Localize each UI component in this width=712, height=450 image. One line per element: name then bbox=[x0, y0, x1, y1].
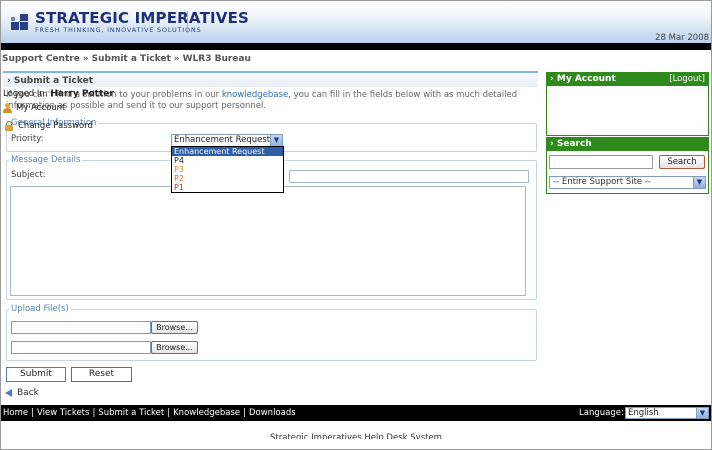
footer-separator: | bbox=[92, 408, 96, 418]
brand-logo[interactable]: STRATEGIC IMPERATIVES FRESH THINKING, IN… bbox=[11, 11, 249, 34]
panel-title: › Submit a Ticket bbox=[3, 71, 538, 87]
subject-label: Subject: bbox=[11, 170, 46, 180]
footer-link-view-tickets[interactable]: View Tickets bbox=[37, 408, 89, 418]
account-title: My Account bbox=[556, 74, 616, 84]
submit-button[interactable]: Submit bbox=[6, 367, 66, 382]
chevron-down-icon[interactable]: ▼ bbox=[696, 408, 708, 418]
search-scope-select[interactable]: -- Entire Support Site -- ▼ bbox=[549, 176, 706, 189]
message-textarea[interactable] bbox=[10, 186, 526, 296]
chevron-down-icon[interactable]: ▼ bbox=[270, 135, 282, 146]
breadcrumb-department: WLR3 Bureau bbox=[182, 54, 251, 64]
footer-link-knowledgebase[interactable]: Knowledgebase bbox=[173, 408, 240, 418]
search-input[interactable] bbox=[549, 155, 653, 169]
reset-button[interactable]: Reset bbox=[71, 367, 132, 382]
header-divider bbox=[187, 11, 188, 33]
breadcrumb: Support Centre» Submit a Ticket» WLR3 Bure… bbox=[2, 54, 251, 64]
priority-dropdown-list: Enhancement Request P4 P3 P2 P1 bbox=[171, 146, 284, 193]
browse-button-1[interactable]: Browse... bbox=[151, 321, 198, 334]
breadcrumb-separator: » bbox=[82, 54, 89, 64]
header-date: 28 Mar 2008 bbox=[655, 33, 709, 43]
lock-icon bbox=[5, 121, 13, 131]
knowledgebase-link[interactable]: knowledgebase bbox=[222, 90, 288, 100]
footer-bar: Home | View Tickets | Submit a Ticket | Knowle… bbox=[1, 405, 711, 421]
footer-link-downloads[interactable]: Downloads bbox=[249, 408, 296, 418]
chevron-down-icon[interactable]: ▼ bbox=[693, 177, 705, 188]
site-header: STRATEGIC IMPERATIVES FRESH THINKING, IN… bbox=[1, 1, 711, 43]
priority-option[interactable]: P3 bbox=[172, 165, 283, 174]
search-scope-value: -- Entire Support Site -- bbox=[553, 177, 651, 187]
file-input-1[interactable] bbox=[11, 321, 151, 334]
subject-input[interactable] bbox=[289, 170, 529, 183]
language-selected-value: English bbox=[628, 408, 659, 418]
change-password-label: Change Password bbox=[18, 121, 93, 131]
account-marker: › bbox=[550, 74, 554, 84]
account-header: › My Account [Logout] bbox=[546, 72, 709, 86]
back-label: Back bbox=[17, 388, 39, 398]
upload-files-legend: Upload File(s) bbox=[11, 304, 69, 314]
priority-option[interactable]: P1 bbox=[172, 183, 283, 192]
footer-separator: | bbox=[243, 408, 246, 418]
footer-link-submit-ticket[interactable]: Submit a Ticket bbox=[98, 408, 164, 418]
priority-option[interactable]: Enhancement Request bbox=[172, 147, 283, 156]
message-details-legend: Message Details bbox=[11, 155, 81, 165]
brand-tagline: FRESH THINKING, INNOVATIVE SOLUTIONS bbox=[35, 26, 202, 34]
language-select[interactable]: English ▼ bbox=[625, 407, 709, 419]
panel-title-text: Submit a Ticket bbox=[13, 76, 94, 86]
my-account-link[interactable]: My Account bbox=[3, 103, 65, 113]
breadcrumb-submit-ticket[interactable]: Submit a Ticket bbox=[92, 54, 171, 64]
breadcrumb-separator: » bbox=[173, 54, 180, 64]
back-link[interactable]: Back bbox=[5, 388, 39, 398]
back-arrow-icon bbox=[5, 389, 12, 397]
footer-system-name: Strategic Imperatives Help Desk System bbox=[270, 433, 442, 439]
breadcrumb-support-centre[interactable]: Support Centre bbox=[2, 54, 80, 64]
search-button[interactable]: Search bbox=[659, 155, 705, 169]
priority-option[interactable]: P4 bbox=[172, 156, 283, 165]
language-label: Language: bbox=[579, 408, 624, 418]
search-title: Search bbox=[556, 139, 592, 149]
priority-label: Priority: bbox=[11, 134, 44, 144]
browse-button-2[interactable]: Browse... bbox=[151, 341, 198, 354]
user-name: Harry Potter bbox=[50, 89, 114, 99]
footer-separator: | bbox=[31, 408, 34, 418]
priority-selected-value: Enhancement Request bbox=[174, 135, 271, 145]
logo-mark-icon bbox=[11, 13, 31, 32]
search-header: › Search bbox=[546, 137, 709, 151]
header-black-bar bbox=[1, 43, 711, 50]
brand-name: STRATEGIC IMPERATIVES bbox=[35, 9, 250, 27]
my-account-label: My Account bbox=[16, 103, 66, 113]
user-icon bbox=[3, 103, 12, 113]
logged-in-label: Logged In: bbox=[3, 89, 48, 99]
logged-in-row: Logged In: Harry Potter bbox=[3, 89, 114, 99]
file-input-2[interactable] bbox=[11, 341, 151, 354]
footer-link-home[interactable]: Home bbox=[3, 408, 28, 418]
priority-option[interactable]: P2 bbox=[172, 174, 283, 183]
footer-separator: | bbox=[167, 408, 171, 418]
logout-link[interactable]: [Logout] bbox=[669, 72, 705, 86]
footer-nav: Home | View Tickets | Submit a Ticket | Knowle… bbox=[3, 405, 296, 421]
title-marker: › bbox=[7, 76, 11, 86]
search-marker: › bbox=[550, 139, 554, 149]
change-password-link[interactable]: Change Password bbox=[5, 121, 93, 131]
